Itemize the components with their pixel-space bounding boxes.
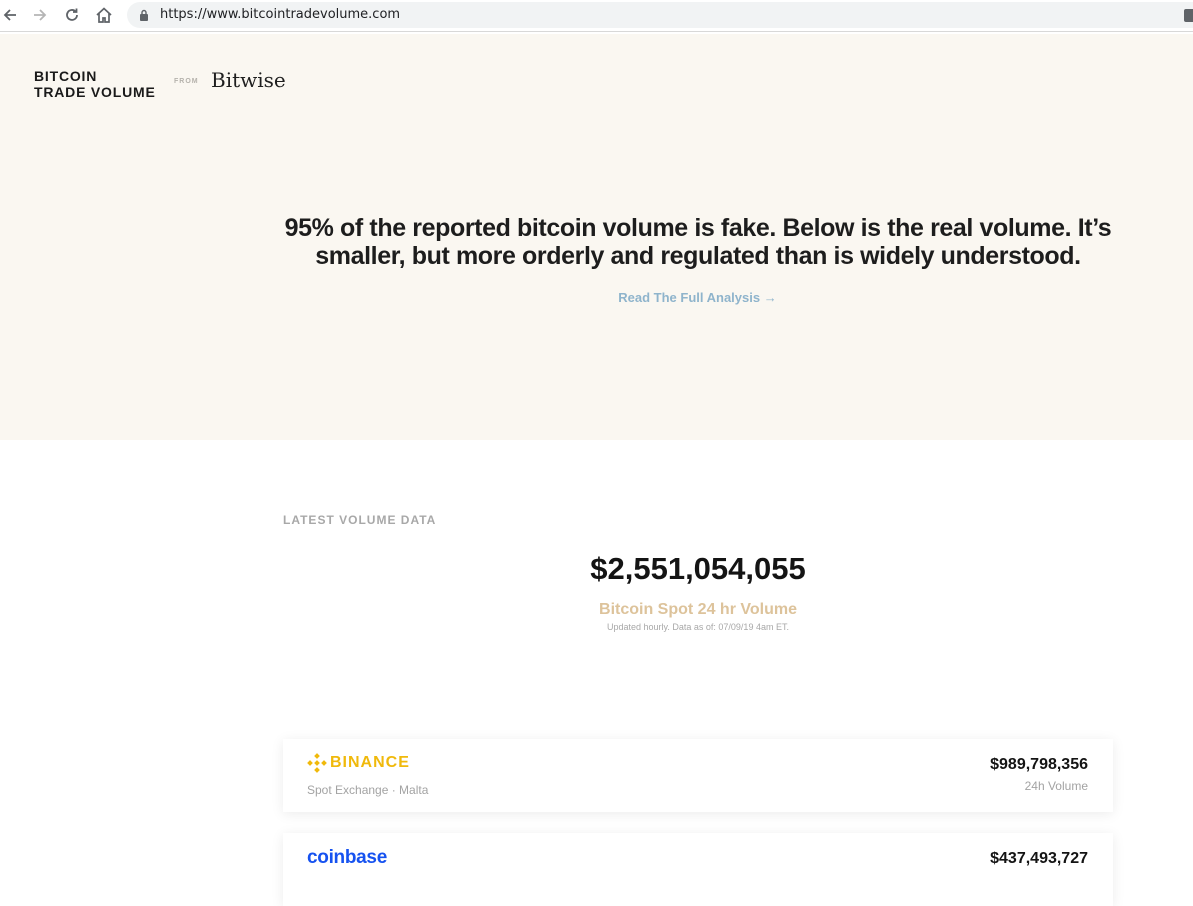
section-label: LATEST VOLUME DATA: [283, 513, 437, 527]
url-text: https://www.bitcointradevolume.com: [160, 7, 401, 22]
lock-icon: [140, 9, 148, 21]
browser-toolbar: https://www.bitcointradevolume.com: [0, 0, 1193, 32]
forward-arrow-icon[interactable]: [30, 5, 50, 25]
binance-logo: BINANCE: [307, 753, 410, 773]
site-logo[interactable]: BITCOIN TRADE VOLUME: [34, 68, 156, 100]
logo-line-2: TRADE VOLUME: [34, 84, 156, 100]
exchange-volume-label: 24h Volume: [1024, 779, 1088, 793]
logo-line-1: BITCOIN: [34, 68, 98, 84]
exchange-volume: $437,493,727: [990, 850, 1088, 867]
exchange-subtitle: Spot Exchange · Malta: [307, 783, 429, 797]
coinbase-logo: coinbase: [307, 847, 387, 869]
back-arrow-icon[interactable]: [0, 5, 20, 25]
hero-section: BITCOIN TRADE VOLUME FROM Bitwise 95% of…: [0, 34, 1193, 440]
from-label: FROM: [174, 78, 199, 85]
bitwise-logo[interactable]: Bitwise: [211, 68, 286, 92]
binance-diamond-icon: [307, 753, 327, 773]
binance-wordmark: BINANCE: [330, 754, 410, 771]
read-analysis-link[interactable]: Read The Full Analysis →: [0, 290, 1193, 305]
extension-icon[interactable]: [1184, 9, 1193, 22]
total-volume-value: $2,551,054,055: [590, 551, 806, 586]
total-volume-label: Bitcoin Spot 24 hr Volume: [599, 601, 797, 618]
exchange-volume: $989,798,356: [990, 756, 1088, 773]
updated-note: Updated hourly. Data as of: 07/09/19 4am…: [607, 622, 789, 632]
reload-icon[interactable]: [62, 5, 82, 25]
home-icon[interactable]: [94, 5, 114, 25]
hero-headline: 95% of the reported bitcoin volume is fa…: [284, 214, 1112, 270]
exchange-card-binance[interactable]: BINANCE Spot Exchange · Malta $989,798,3…: [283, 739, 1113, 812]
coinbase-wordmark: coinbase: [307, 847, 387, 868]
exchange-card-coinbase[interactable]: coinbase $437,493,727: [283, 833, 1113, 906]
address-bar[interactable]: https://www.bitcointradevolume.com: [127, 2, 1193, 28]
